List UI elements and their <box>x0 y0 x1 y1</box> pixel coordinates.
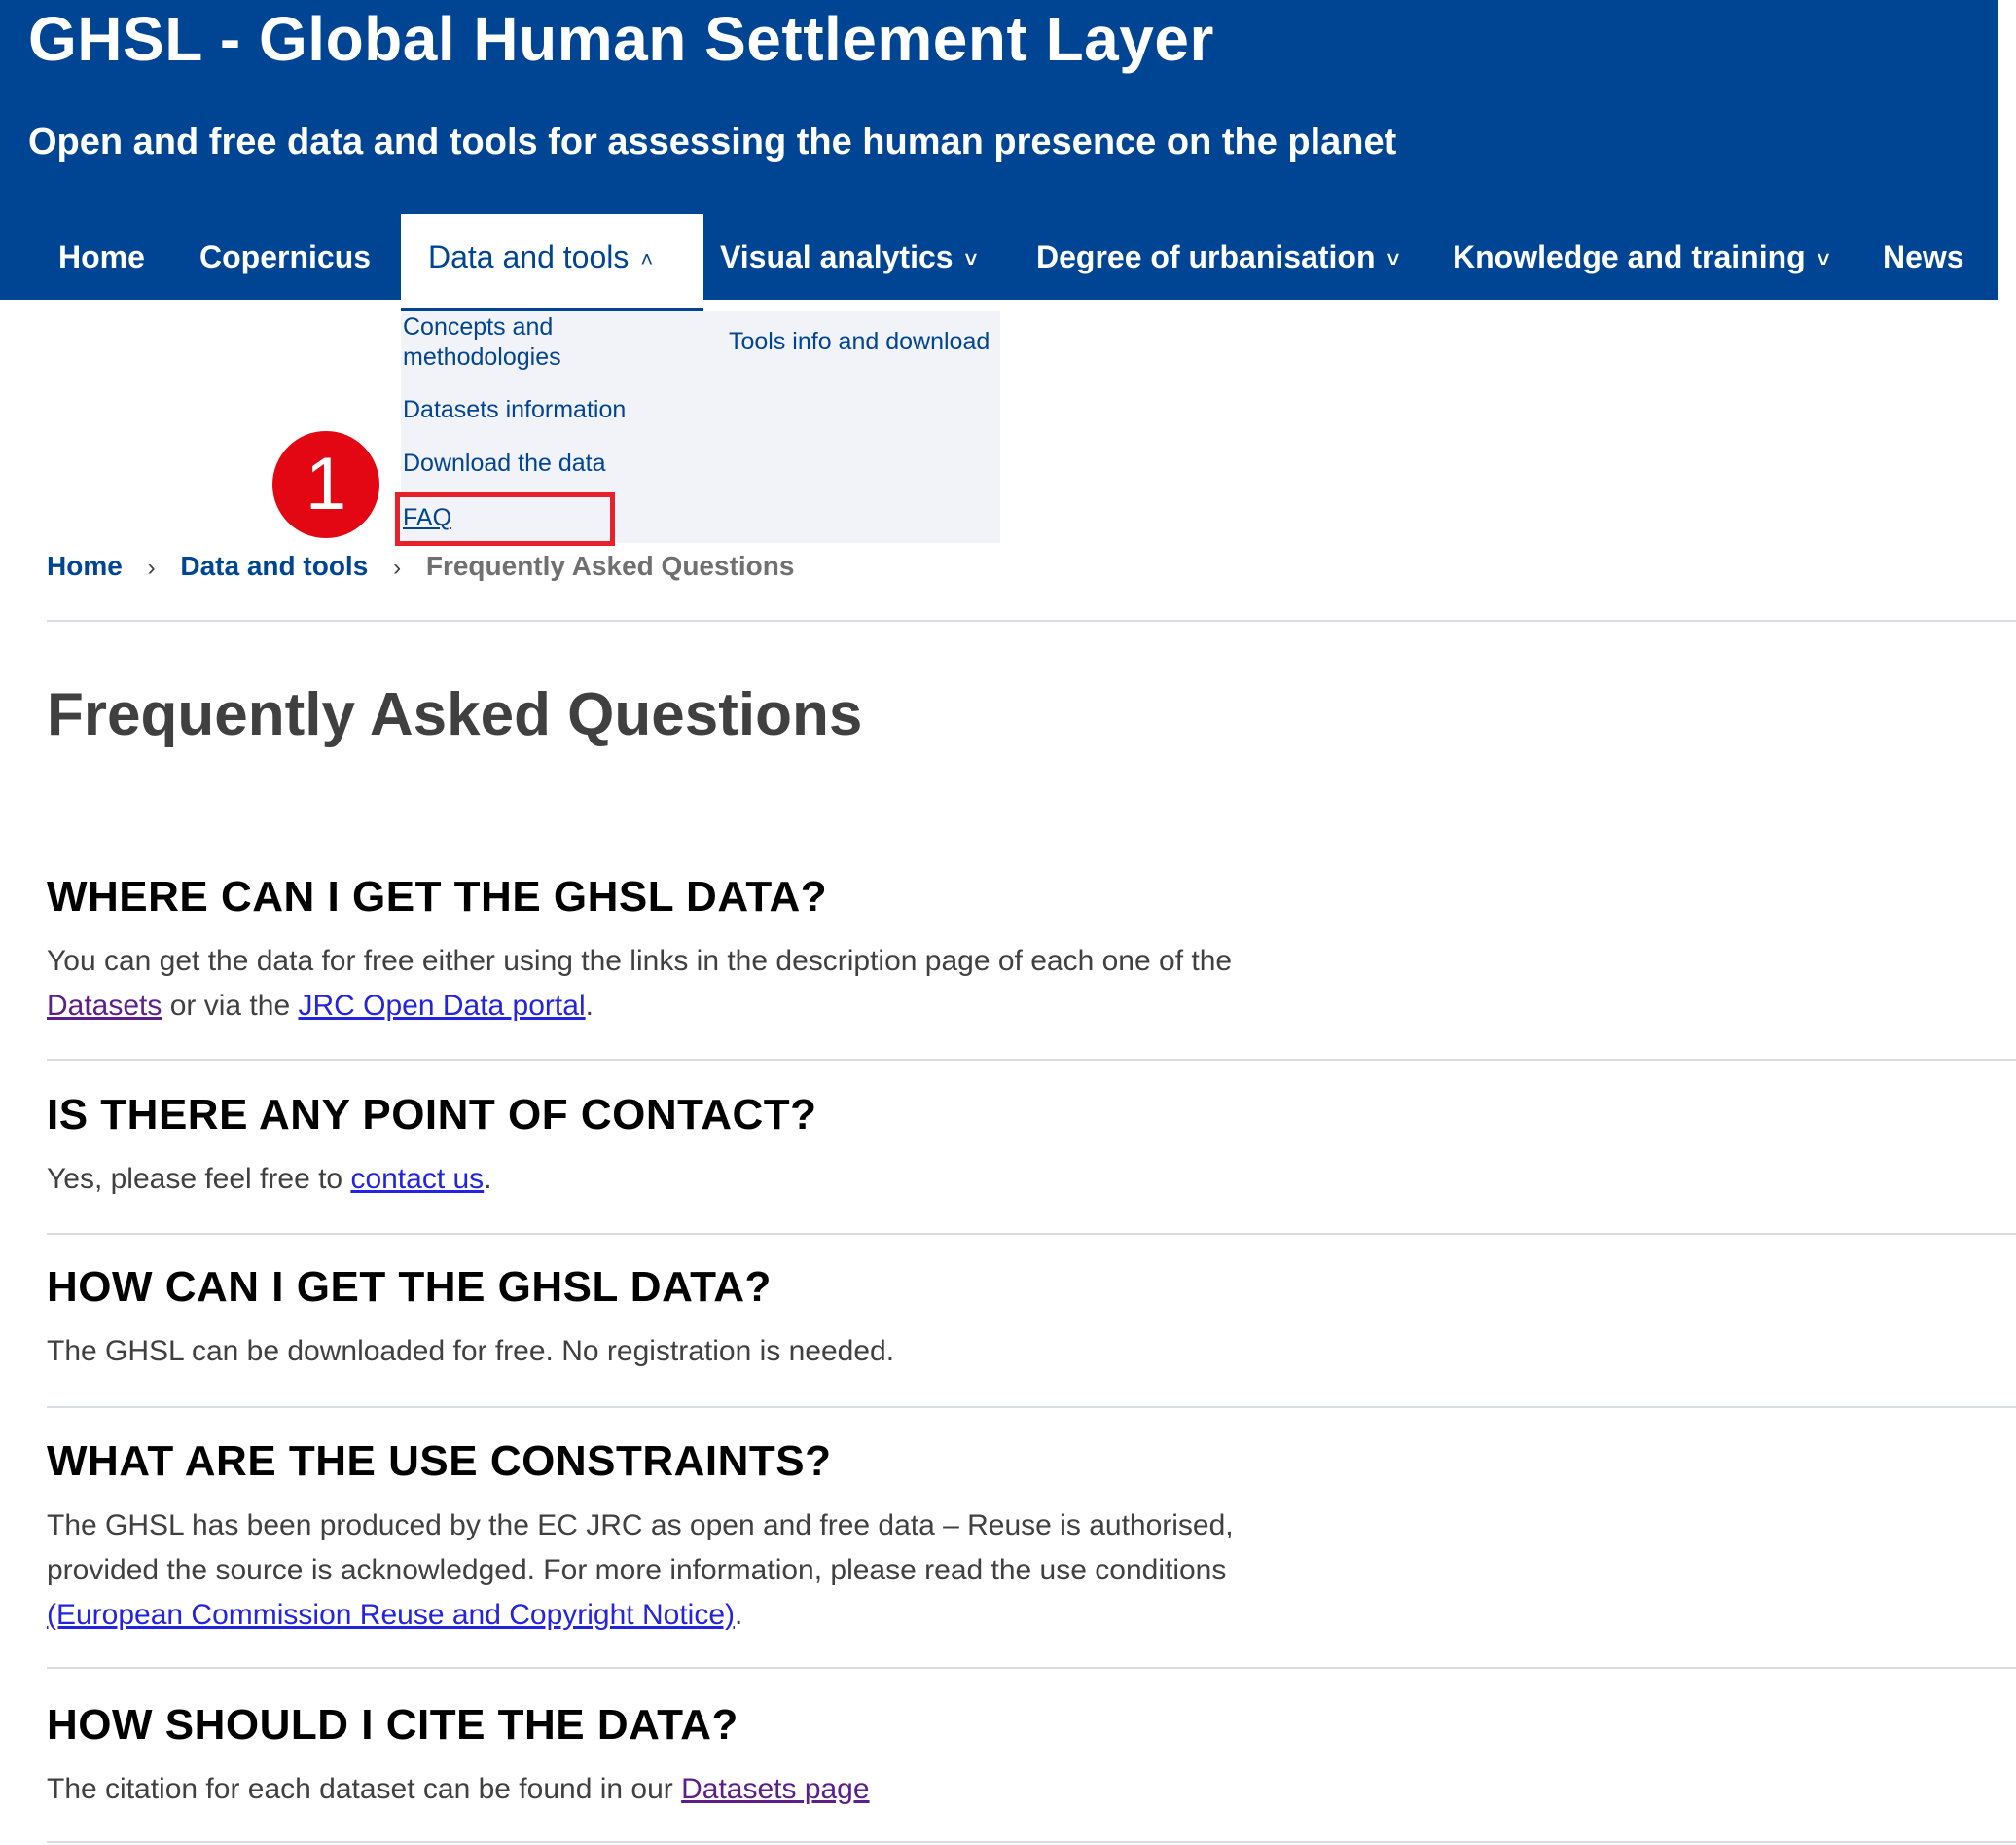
breadcrumb-separator-icon: › <box>393 555 402 581</box>
breadcrumb: Home › Data and tools › Frequently Asked… <box>47 547 794 586</box>
nav-item-degree-of-urbanisation[interactable]: Degree of urbanisation ˅ <box>1036 214 1399 300</box>
divider <box>47 1667 2016 1669</box>
dropdown-item-tools-info[interactable]: Tools info and download <box>729 327 990 357</box>
faq-answer-text: or via the <box>162 990 299 1022</box>
nav-item-label: Copernicus <box>199 239 372 274</box>
faq-answer: The GHSL can be downloaded for free. No … <box>47 1329 1312 1374</box>
divider <box>47 1059 2016 1061</box>
faq-answer-text: The citation for each dataset can be fou… <box>47 1773 682 1805</box>
divider <box>47 1233 2016 1235</box>
page-title: Frequently Asked Questions <box>47 681 863 748</box>
faq-answer: Yes, please feel free to contact us. <box>47 1157 1312 1202</box>
breadcrumb-current: Frequently Asked Questions <box>425 551 795 581</box>
faq-answer: You can get the data for free either usi… <box>47 939 1312 1029</box>
faq-answer-text: . <box>484 1163 492 1195</box>
nav-item-home[interactable]: Home <box>58 214 145 300</box>
breadcrumb-data-and-tools[interactable]: Data and tools <box>180 551 368 581</box>
nav-item-copernicus[interactable]: Copernicus <box>199 214 371 300</box>
nav-item-label: Home <box>58 239 145 274</box>
nav-item-label: Visual analytics <box>720 239 954 274</box>
faq-question: WHERE CAN I GET THE GHSL DATA? <box>47 873 828 921</box>
divider <box>47 1841 2016 1843</box>
faq-answer-text: You can get the data for free either usi… <box>47 945 1233 977</box>
faq-answer-text: The GHSL has been produced by the EC JRC… <box>47 1509 1234 1586</box>
nav-item-news[interactable]: News <box>1883 214 1964 300</box>
dropdown-item-concepts[interactable]: Concepts and methodologies <box>403 312 627 373</box>
breadcrumb-home[interactable]: Home <box>47 551 123 581</box>
main-navigation: Home Copernicus Data and tools ˄ Visual a… <box>0 214 1998 311</box>
faq-question: HOW SHOULD I CITE THE DATA? <box>47 1701 738 1749</box>
site-title[interactable]: GHSL - Global Human Settlement Layer <box>28 0 1214 78</box>
site-tagline: Open and free data and tools for assessi… <box>28 122 1397 163</box>
dropdown-item-download-data[interactable]: Download the data <box>403 449 605 479</box>
divider <box>47 1406 2016 1408</box>
nav-item-visual-analytics[interactable]: Visual analytics ˅ <box>720 214 977 300</box>
faq-answer-text: The GHSL can be downloaded for free. No … <box>47 1335 895 1367</box>
faq-answer-text: . <box>735 1599 743 1631</box>
datasets-page-link[interactable]: Datasets page <box>681 1773 869 1805</box>
nav-item-data-and-tools[interactable]: Data and tools ˄ <box>401 214 703 311</box>
faq-answer: The GHSL has been produced by the EC JRC… <box>47 1503 1312 1638</box>
chevron-down-icon: ˅ <box>1386 246 1400 271</box>
nav-item-label: Knowledge and training <box>1453 239 1806 274</box>
jrc-open-data-portal-link[interactable]: JRC Open Data portal <box>298 990 585 1022</box>
datasets-link[interactable]: Datasets <box>47 990 162 1022</box>
faq-question: WHAT ARE THE USE CONSTRAINTS? <box>47 1437 832 1485</box>
reuse-copyright-notice-link[interactable]: (European Commission Reuse and Copyright… <box>47 1599 735 1631</box>
dropdown-item-datasets-information[interactable]: Datasets information <box>403 395 626 425</box>
chevron-up-icon: ˄ <box>640 246 654 271</box>
nav-item-label: Data and tools <box>428 239 630 274</box>
contact-us-link[interactable]: contact us <box>350 1163 484 1195</box>
chevron-down-icon: ˅ <box>1817 246 1830 271</box>
breadcrumb-separator-icon: › <box>147 555 156 581</box>
nav-item-knowledge-and-training[interactable]: Knowledge and training ˅ <box>1453 214 1830 300</box>
chevron-down-icon: ˅ <box>964 246 978 271</box>
nav-item-label: News <box>1883 239 1964 274</box>
divider <box>47 620 2016 622</box>
faq-highlight-box <box>395 492 615 546</box>
site-header: GHSL - Global Human Settlement Layer Ope… <box>0 0 1998 311</box>
faq-answer-text: . <box>585 990 594 1022</box>
nav-item-label: Degree of urbanisation <box>1036 239 1376 274</box>
faq-question: IS THERE ANY POINT OF CONTACT? <box>47 1091 817 1139</box>
step-number-badge: 1 <box>272 431 379 538</box>
faq-answer: The citation for each dataset can be fou… <box>47 1767 1312 1812</box>
faq-answer-text: Yes, please feel free to <box>47 1163 351 1195</box>
faq-question: HOW CAN I GET THE GHSL DATA? <box>47 1263 772 1311</box>
